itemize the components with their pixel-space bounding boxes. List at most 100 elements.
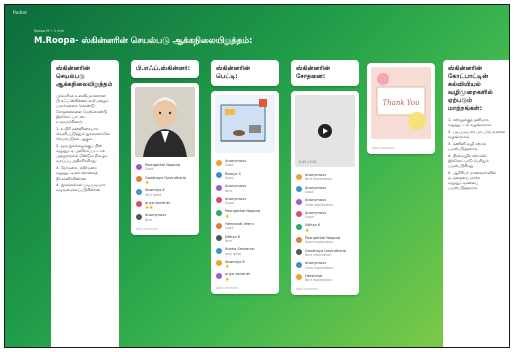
- comment-text: Nice explanation: [305, 278, 332, 283]
- column-3-header: ஸ்கின்னரின் பெட்டி:: [211, 60, 279, 86]
- comment-list: Anonymous Good Ramya S Good Anonymous Nice …: [211, 157, 279, 283]
- comment-text: Good: [225, 176, 234, 181]
- avatar: [136, 201, 142, 208]
- post-card[interactable]: 0:45 / 2:10 Anonymous Nice explanation An…: [291, 91, 359, 296]
- video-time: 0:45 / 2:10: [299, 160, 317, 164]
- post-line: 4. நிரல்வழிக் கற்றலில் இக்கோட்பாடு பெரித…: [448, 152, 489, 169]
- avatar: [136, 188, 142, 195]
- comment-text: 👍: [305, 227, 309, 232]
- avatar: [136, 213, 142, 220]
- comment: Gowthaya Govindharaj Nice information: [291, 247, 359, 260]
- column-5: Thank You Add comment: [367, 63, 435, 263]
- comment: priya dandriel 👍👍: [131, 199, 199, 212]
- comment: Anonymous Nice: [211, 182, 279, 195]
- comment-text: 👍: [225, 264, 229, 269]
- column-6-header: ஸ்கின்னரின் கோட்பாட்டின் கல்வியியல் வழிம…: [443, 60, 509, 347]
- comment-text: Nice: [145, 217, 152, 222]
- column-4-header: ஸ்கின்னரின் சோதனை:: [291, 60, 359, 86]
- comment: Anonymous Clear explanation: [291, 259, 359, 272]
- comment: Sowmiya K Very good: [131, 186, 199, 199]
- comment-list: Anonymous Nice explanation Anonymous Good …: [291, 171, 359, 284]
- comment: Poongothai Nagaraj 👍: [211, 207, 279, 220]
- column-2: பி.எஃப்.ஸ்கின்னர்: Poongothai Nagaraj Goo…: [131, 60, 199, 280]
- comment: Nithya K Nice: [211, 233, 279, 246]
- comment-text: Nice information: [305, 253, 332, 258]
- post-line: 3. நேர்மறை, எதிர்மறை வலுவூட்டிகள் கற்றலை…: [56, 165, 98, 181]
- column-title: ஸ்கின்னரின் சோதனை:: [296, 65, 331, 80]
- comment: priya dandriel 👍: [211, 270, 279, 283]
- avatar: [136, 176, 142, 183]
- post-line: 1. உயிரி தன்னிச்சையாக வெளிப்படுத்தும் து…: [56, 125, 110, 142]
- comment-text: Very good: [145, 192, 162, 197]
- add-comment-input[interactable]: Add comment: [131, 224, 199, 235]
- column-1-header: ஸ்கின்னரின் செயல்படு ஆக்கநிலையிறுத்தம் அ…: [51, 60, 119, 347]
- comment-text: Good: [225, 226, 234, 231]
- comment-text: Nice: [225, 188, 232, 193]
- skinner-box-image[interactable]: [215, 95, 275, 153]
- post-line: 3. கணினி வழி கற்றல் பயன்படுத்தலாம்.: [448, 140, 486, 152]
- post-line: 2. ஒரு துலங்கலுக்குப் பின் வலுவூட்டி அளி…: [56, 142, 108, 164]
- post-text: அமெரிக்க உளவியலாளரான பி.எஃப்.ஸ்கின்னர் எ…: [56, 89, 114, 198]
- column-title: ஸ்கின்னரின் செயல்படு ஆக்கநிலையிறுத்தம்: [56, 65, 113, 88]
- comment-text: 👍: [145, 180, 149, 185]
- post-line: 1. கற்றலுக்குத் தனியாக வலுவூட்டல் வழங்கல…: [448, 117, 493, 128]
- board-author-meta: Roopa M • 1 min: [34, 29, 65, 33]
- post-line: 5. ஆசிரியர் மாணவர்களின் நடத்தையை மாற்ற வ…: [448, 169, 496, 191]
- avatar: [136, 163, 142, 170]
- comment: Anonymous Super: [291, 209, 359, 222]
- comment: Anonymous Super: [211, 195, 279, 208]
- post-line: அமெரிக்க உளவியலாளரான பி.எஃப்.ஸ்கின்னர் எ…: [56, 93, 109, 125]
- add-comment-input[interactable]: Add comment: [367, 143, 435, 154]
- comment: Poongothai Nagaraj Good: [131, 161, 199, 174]
- comment-list: Poongothai Nagaraj Good Gowthaya Govindha…: [131, 161, 199, 224]
- padlet-board: Padlet Roopa M • 1 min M.Roopa- ஸ்கின்னர…: [4, 4, 510, 348]
- post-card[interactable]: Poongothai Nagaraj Good Gowthaya Govindha…: [131, 83, 199, 236]
- thank-you-text: Thank You: [382, 99, 420, 107]
- column-title: ஸ்கின்னரின் கோட்பாட்டின் கல்வியியல் வழிம…: [448, 65, 493, 112]
- comment-text: Super: [305, 215, 315, 220]
- post-line: 2. படிப்படியாக பாடப்பொருளை வழங்கலாம்.: [448, 128, 506, 140]
- post-line: 4. துலங்கல்கள் படிப்படியாக வடிவமைக்கப்பட…: [56, 182, 106, 193]
- column-1: ஸ்கின்னரின் செயல்படு ஆக்கநிலையிறுத்தம் அ…: [51, 60, 119, 347]
- column-2-header: பி.எஃப்.ஸ்கின்னர்:: [131, 60, 199, 78]
- column-6: ஸ்கின்னரின் கோட்பாட்டின் கல்வியியல் வழிம…: [443, 60, 509, 347]
- post-card[interactable]: Thank You Add comment: [367, 63, 435, 154]
- board-title: M.Roopa- ஸ்கின்னரின் செயல்படு ஆக்கநிலையி…: [34, 35, 253, 45]
- column-title: ஸ்கின்னரின் பெட்டி:: [216, 65, 251, 80]
- video-player[interactable]: 0:45 / 2:10: [295, 95, 355, 167]
- app-brand[interactable]: Padlet: [13, 11, 27, 16]
- comment-text: Clear explanation: [305, 202, 334, 207]
- add-comment-input[interactable]: Add comment: [291, 284, 359, 295]
- comment-text: 👍: [225, 213, 229, 218]
- comment: Hemavati Veeru Good: [211, 220, 279, 233]
- comment: Sowmiya R 👍: [211, 258, 279, 271]
- comment: Poongothai Nagaraj Good explanation: [291, 234, 359, 247]
- comment: Anonymous Good: [291, 184, 359, 197]
- play-icon[interactable]: [318, 124, 332, 138]
- comment-text: 👍👍: [145, 205, 153, 210]
- comment: Anonymous Nice explanation: [291, 171, 359, 184]
- comment-text: Clear explanation: [305, 265, 334, 270]
- comment-text: Good: [145, 167, 154, 172]
- skinner-portrait-image[interactable]: [135, 87, 195, 157]
- comment: Harshima Nice explanation: [291, 272, 359, 285]
- add-comment-input[interactable]: Add comment: [211, 283, 279, 294]
- column-4: ஸ்கின்னரின் சோதனை: 0:45 / 2:10 Anonymous…: [291, 60, 359, 345]
- comment: Anonymous Clear explanation: [291, 196, 359, 209]
- comment: Ramya S Good: [211, 170, 279, 183]
- comment: Anonymous Good: [211, 157, 279, 170]
- column-title: பி.எஃப்.ஸ்கின்னர்:: [136, 65, 191, 72]
- comment: Sneha Sankarrai Very good: [211, 245, 279, 258]
- comment-text: Very good: [225, 251, 242, 256]
- skinner-box-svg: [220, 99, 267, 142]
- comment-text: Good: [305, 190, 314, 195]
- thank-you-svg: Thank You: [371, 67, 431, 139]
- thank-you-image[interactable]: Thank You: [371, 67, 431, 139]
- comment-text: Super: [225, 201, 235, 206]
- comment-text: 👍: [225, 276, 229, 281]
- post-card[interactable]: Anonymous Good Ramya S Good Anonymous Nice …: [211, 91, 279, 295]
- portrait-svg: [135, 87, 195, 157]
- comment-text: Good explanation: [305, 240, 334, 245]
- comment: Gowthaya Govindharaj 👍: [131, 174, 199, 187]
- post-text: 1. கற்றலுக்குத் தனியாக வலுவூட்டல் வழங்கல…: [448, 113, 506, 196]
